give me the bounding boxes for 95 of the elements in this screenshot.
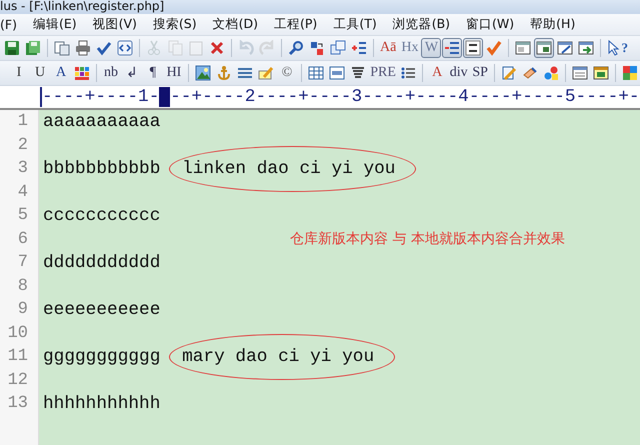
- table-icon: [308, 65, 324, 81]
- checkmark-icon: [96, 40, 112, 56]
- toolbar-button[interactable]: HI: [164, 63, 184, 83]
- redo-icon: [259, 40, 275, 56]
- line-number: 13: [6, 394, 28, 414]
- code-line: ggggggggggg: [43, 346, 160, 367]
- line-number: 6: [16, 230, 28, 249]
- toolbar-button[interactable]: U: [30, 63, 50, 83]
- pencil-icon: [258, 65, 274, 81]
- toolbar-button[interactable]: ↲: [122, 63, 142, 83]
- scissors-icon: [146, 40, 162, 56]
- toolbar-button[interactable]: ¶: [142, 63, 163, 83]
- printer-icon: [75, 40, 91, 56]
- paste-icon: [188, 40, 204, 56]
- code-line: eeeeeeeeeee: [43, 300, 160, 320]
- indent-icon: [351, 40, 367, 56]
- window-title: lus - [F:\linken\register.php]: [0, 0, 640, 14]
- annotation-text: 仓库新版本内容 与 本地就版本内容合并效果: [290, 230, 565, 248]
- toolbar-button[interactable]: SP: [470, 63, 490, 83]
- toolbar-button[interactable]: PRE: [368, 63, 398, 83]
- search-button[interactable]: [286, 38, 306, 58]
- undo-icon: [238, 40, 254, 56]
- brush-icon: [522, 65, 538, 81]
- cross-icon: [209, 40, 225, 56]
- menu-item[interactable]: 浏览器(B): [392, 16, 460, 33]
- line-number: 7: [16, 253, 28, 272]
- line-number: 10: [6, 324, 28, 343]
- disks-icon: [25, 40, 41, 56]
- lines-icon: [350, 65, 366, 81]
- color-grid-icon: [74, 65, 90, 81]
- pointer-button[interactable]: ?: [605, 38, 630, 58]
- image-button[interactable]: [192, 63, 213, 83]
- toolbar-button[interactable]: ©: [276, 63, 297, 83]
- disk-button[interactable]: [2, 38, 22, 58]
- windows-icon: [330, 40, 346, 56]
- window-icon: [593, 65, 610, 81]
- toolbar-button[interactable]: Hx: [399, 38, 420, 58]
- list-icon: [444, 40, 460, 56]
- window-icon: [515, 40, 532, 56]
- printer-button[interactable]: [73, 38, 93, 58]
- line-number: 2: [16, 136, 28, 155]
- window-icon: [578, 40, 594, 56]
- code-line: aaaaaaaaaaa: [43, 112, 160, 132]
- disks-button[interactable]: [23, 38, 43, 58]
- code-line: bbbbbbbbbbb: [43, 158, 160, 179]
- menu-item[interactable]: 视图(V): [92, 16, 146, 33]
- toolbar-button[interactable]: Aā: [378, 38, 398, 58]
- toolbar-button[interactable]: nb: [100, 63, 121, 83]
- image-icon: [194, 65, 211, 81]
- search-icon: [288, 40, 304, 56]
- toolbar-button[interactable]: A: [427, 63, 448, 83]
- line-number: 4: [16, 182, 28, 202]
- circled-text: mary dao ci yi you: [169, 334, 396, 380]
- code-button[interactable]: [115, 38, 135, 58]
- lines-icon: [236, 65, 253, 81]
- copy-icon: [167, 40, 183, 56]
- toolbar-button[interactable]: I: [9, 63, 29, 83]
- line-number: 1: [16, 112, 28, 132]
- menu-item[interactable]: 帮助(H): [530, 16, 584, 33]
- list-icon: [400, 65, 416, 81]
- anchor-icon: [216, 65, 232, 81]
- code-icon: [117, 40, 133, 56]
- menu-item[interactable]: 工程(P): [274, 16, 326, 33]
- ruler-cursor: [159, 87, 170, 107]
- documents-icon: [54, 40, 70, 56]
- line-number: 8: [16, 276, 28, 296]
- window-icon: [536, 40, 552, 56]
- checkmark-icon: [486, 40, 502, 56]
- toolbar-button[interactable]: A: [51, 63, 71, 83]
- form-icon: [328, 65, 345, 81]
- window-button[interactable]: [534, 38, 554, 58]
- code-line: hhhhhhhhhhh: [43, 394, 160, 414]
- pencil-icon: [501, 65, 518, 81]
- code-line: ddddddddddd: [43, 252, 160, 273]
- circled-text: linken dao ci yi you: [169, 146, 416, 192]
- menu-item[interactable]: 文档(D): [212, 16, 268, 33]
- line-number: 11: [6, 347, 28, 366]
- code-line: ccccccccccc: [43, 206, 160, 226]
- menu-item[interactable]: 工具(T): [333, 16, 386, 33]
- color-grid-button[interactable]: [620, 63, 640, 83]
- list-button[interactable]: [442, 38, 462, 58]
- color-grid-icon: [622, 65, 638, 81]
- menu-item[interactable]: (F): [0, 17, 26, 32]
- line-number: 9: [16, 300, 28, 320]
- menu-item[interactable]: 搜索(S): [152, 16, 206, 33]
- window-icon: [557, 40, 574, 56]
- shapes-icon: [543, 65, 560, 81]
- menu-item[interactable]: 编辑(E): [32, 16, 86, 33]
- ruler: ----+----1- --+----2----+----3----+----4----+----5----+-: [0, 86, 640, 110]
- toolbar-button[interactable]: div: [448, 63, 470, 83]
- menu-item[interactable]: 窗口(W): [466, 16, 524, 33]
- line-number: 12: [6, 370, 28, 390]
- line-number: 3: [16, 159, 28, 178]
- window-icon: [572, 65, 588, 81]
- line-number: 5: [16, 206, 28, 226]
